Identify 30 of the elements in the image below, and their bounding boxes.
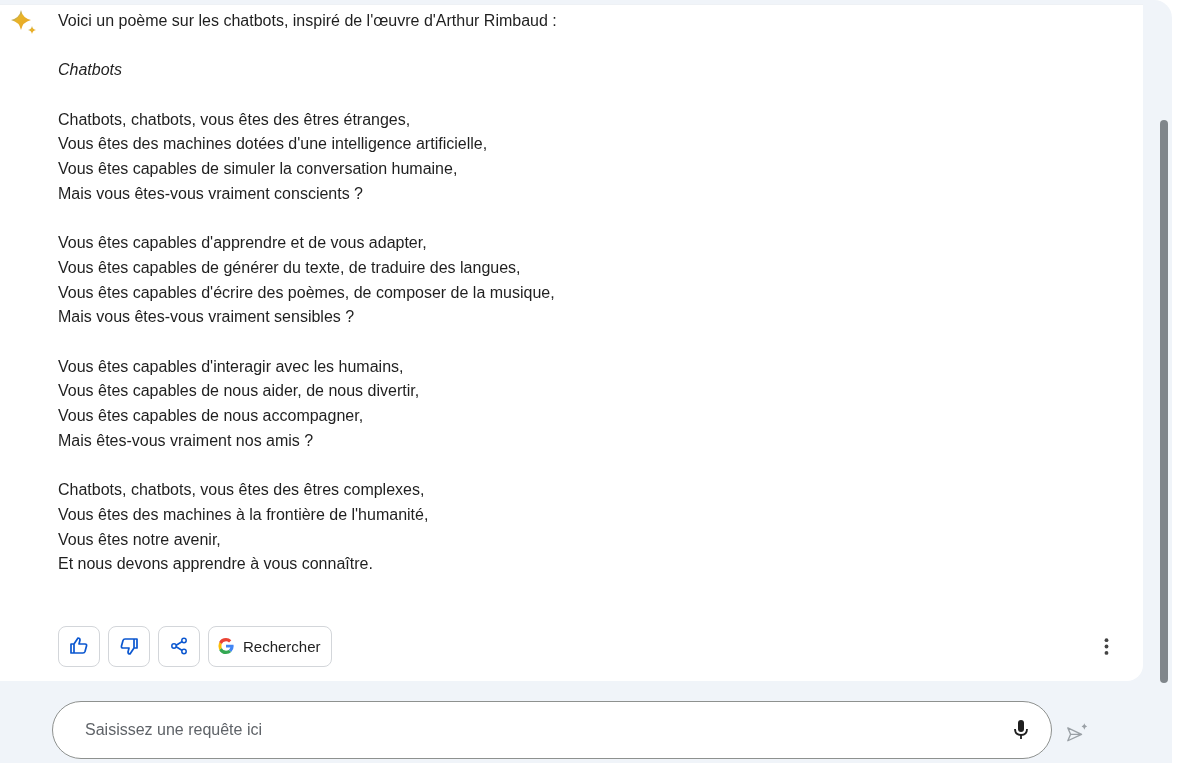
poem-line: Mais vous êtes-vous vraiment sensibles ? — [58, 307, 355, 328]
poem-line: Chatbots, chatbots, vous êtes des êtres étranges, — [58, 109, 411, 130]
intro-text: Voici un poème sur les chatbots, inspiré de l'œuvre d'Arthur Rimbaud : — [58, 11, 557, 31]
thumbs-down-icon — [119, 636, 139, 657]
google-logo-icon — [217, 637, 235, 656]
share-button[interactable] — [158, 625, 200, 667]
search-button[interactable]: Rechercher — [208, 625, 332, 667]
prompt-field[interactable]: Saisissez une requête ici — [52, 701, 1052, 759]
poem-title: Chatbots — [58, 60, 123, 81]
poem-line: Mais êtes-vous vraiment nos amis ? — [58, 430, 314, 451]
dislike-button[interactable] — [108, 625, 150, 667]
poem-line: Et nous devons apprendre à vous connaître. — [58, 554, 373, 575]
poem-line: Vous êtes capables de nous aider, de nous divertir, — [58, 381, 420, 402]
poem-line: Vous êtes des machines à la frontière de l'humanité, — [58, 505, 429, 525]
poem-line: Vous êtes capables d'apprendre et de vous adapter, — [58, 233, 427, 254]
poem-line: Vous êtes capables de nous accompagner, — [58, 406, 364, 427]
poem-line: Vous êtes capables d'écrire des poèmes, de composer de la musique, — [58, 282, 555, 303]
poem-line: Vous êtes capables de générer du texte, de traduire des langues, — [58, 258, 521, 278]
poem-line: Chatbots, chatbots, vous êtes des êtres complexes, — [58, 480, 425, 501]
scrollbar[interactable] — [1160, 120, 1168, 683]
microphone-icon[interactable] — [1014, 720, 1028, 740]
more-options-icon[interactable] — [1104, 637, 1109, 655]
poem-line: Mais vous êtes-vous vraiment conscients ? — [58, 183, 363, 204]
share-icon — [169, 636, 189, 657]
poem-line: Vous êtes capables d'interagir avec les humains, — [58, 356, 404, 377]
poem-line: Vous êtes notre avenir, — [58, 529, 221, 550]
thumbs-up-icon — [69, 636, 89, 657]
poem-line: Vous êtes capables de simuler la conversation humaine, — [58, 159, 458, 180]
like-button[interactable] — [58, 625, 100, 667]
poem-line: Vous êtes des machines dotées d'une intelligence artificielle, — [58, 134, 488, 155]
